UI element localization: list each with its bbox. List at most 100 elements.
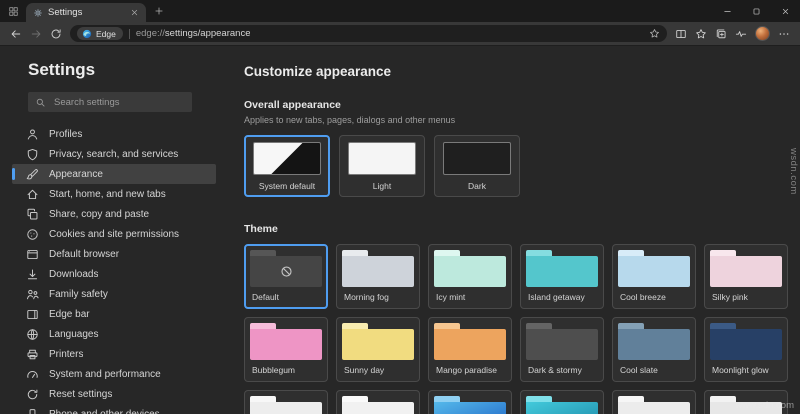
settings-title: Settings — [28, 60, 96, 79]
share-icon — [26, 208, 39, 221]
theme-cool-slate[interactable]: Cool slate — [612, 317, 696, 382]
theme-label: Icy mint — [436, 292, 466, 302]
sidebar-item-downloads[interactable]: Downloads — [12, 264, 216, 284]
theme-swatch — [342, 323, 414, 360]
split-screen-icon[interactable] — [675, 28, 687, 40]
theme-swatch — [618, 250, 690, 287]
theme-dark-stormy[interactable]: Dark & stormy — [520, 317, 604, 382]
new-tab-button[interactable] — [146, 0, 172, 22]
theme-swatch — [434, 250, 506, 287]
theme-mango-paradise[interactable]: Mango paradise — [428, 317, 512, 382]
edgebar-icon — [26, 308, 39, 321]
sidebar-item-cookies-and-site-permissions[interactable]: Cookies and site permissions — [12, 224, 216, 244]
shield-icon — [26, 148, 39, 161]
sidebar-item-family-safety[interactable]: Family safety — [12, 284, 216, 304]
download-icon — [26, 268, 39, 281]
theme-card-partial[interactable] — [336, 390, 420, 414]
close-button[interactable] — [771, 0, 800, 22]
sidebar-item-label: Edge bar — [49, 308, 90, 320]
maximize-icon — [752, 7, 761, 16]
tab-actions-button[interactable] — [0, 0, 26, 22]
sidebar-item-label: Reset settings — [49, 388, 113, 400]
theme-swatch — [710, 250, 782, 287]
site-chip[interactable]: Edge — [77, 27, 123, 40]
performance-icon — [26, 368, 39, 381]
favorites-icon[interactable] — [695, 28, 707, 40]
theme-card-partial[interactable] — [244, 390, 328, 414]
printer-icon — [26, 348, 39, 361]
sidebar-item-languages[interactable]: Languages — [12, 324, 216, 344]
theme-label: Bubblegum — [252, 365, 296, 375]
sidebar-item-edge-bar[interactable]: Edge bar — [12, 304, 216, 324]
sidebar-item-label: Cookies and site permissions — [49, 228, 180, 240]
browser-essentials-icon[interactable] — [735, 28, 747, 40]
theme-label: Cool slate — [620, 365, 658, 375]
banned-icon — [279, 264, 294, 279]
appearance-option-system-default[interactable]: System default — [244, 135, 330, 197]
theme-bubblegum[interactable]: Bubblegum — [244, 317, 328, 382]
sidebar-item-label: Downloads — [49, 268, 99, 280]
back-icon[interactable] — [10, 28, 22, 40]
tab-actions-icon — [8, 6, 19, 17]
theme-swatch — [618, 323, 690, 360]
theme-card-partial[interactable] — [428, 390, 512, 414]
edge-logo-icon — [82, 29, 92, 39]
tab-close-icon[interactable] — [130, 8, 139, 17]
settings-sidebar: Settings Profiles Privacy, search, and se… — [0, 46, 228, 414]
profile-avatar[interactable] — [755, 26, 770, 41]
theme-morning-fog[interactable]: Morning fog — [336, 244, 420, 309]
sidebar-item-label: System and performance — [49, 368, 161, 380]
page-title: Customize appearance — [244, 64, 392, 79]
sidebar-item-appearance[interactable]: Appearance — [12, 164, 216, 184]
address-bar[interactable]: Edge edge://settings/appearance — [70, 25, 667, 42]
sidebar-item-profiles[interactable]: Profiles — [12, 124, 216, 144]
theme-icy-mint[interactable]: Icy mint — [428, 244, 512, 309]
theme-moonlight-glow[interactable]: Moonlight glow — [704, 317, 788, 382]
language-icon — [26, 328, 39, 341]
family-icon — [26, 288, 39, 301]
sidebar-item-printers[interactable]: Printers — [12, 344, 216, 364]
sidebar-item-privacy-search-and-services[interactable]: Privacy, search, and services — [12, 144, 216, 164]
theme-silky-pink[interactable]: Silky pink — [704, 244, 788, 309]
url-prefix: edge:// — [135, 28, 165, 39]
collections-icon[interactable] — [715, 28, 727, 40]
phone-icon — [26, 408, 39, 414]
theme-island-getaway[interactable]: Island getaway — [520, 244, 604, 309]
sidebar-item-reset-settings[interactable]: Reset settings — [12, 384, 216, 404]
tab-settings[interactable]: Settings — [26, 3, 146, 22]
theme-default[interactable]: Default — [244, 244, 328, 309]
theme-cool-breeze[interactable]: Cool breeze — [612, 244, 696, 309]
theme-swatch — [250, 250, 322, 287]
sidebar-item-label: Phone and other devices — [49, 408, 160, 414]
settings-search[interactable] — [28, 92, 192, 112]
appearance-option-dark[interactable]: Dark — [434, 135, 520, 197]
tab-title: Settings — [48, 7, 83, 18]
theme-card-partial[interactable] — [520, 390, 604, 414]
sidebar-item-phone-and-other-devices[interactable]: Phone and other devices — [12, 404, 216, 414]
theme-sunny-day[interactable]: Sunny day — [336, 317, 420, 382]
sidebar-item-start-home-and-new-tabs[interactable]: Start, home, and new tabs — [12, 184, 216, 204]
theme-label: Island getaway — [528, 292, 585, 302]
search-icon — [35, 97, 46, 108]
appearance-option-light[interactable]: Light — [339, 135, 425, 197]
sidebar-item-default-browser[interactable]: Default browser — [12, 244, 216, 264]
maximize-button[interactable] — [742, 0, 771, 22]
refresh-icon[interactable] — [50, 28, 62, 40]
search-input[interactable] — [52, 95, 185, 109]
settings-more-icon[interactable] — [778, 28, 790, 40]
theme-label: Moonlight glow — [712, 365, 769, 375]
gear-icon — [33, 8, 43, 18]
sidebar-item-share-copy-and-paste[interactable]: Share, copy and paste — [12, 204, 216, 224]
watermark-corner: www.sdn.com — [735, 400, 794, 411]
sidebar-item-label: Profiles — [49, 128, 83, 140]
forward-icon[interactable] — [30, 28, 42, 40]
theme-card-partial[interactable] — [612, 390, 696, 414]
theme-label: Silky pink — [712, 292, 748, 302]
sidebar-item-label: Appearance — [49, 168, 103, 180]
sidebar-item-system-and-performance[interactable]: System and performance — [12, 364, 216, 384]
sidebar-item-label: Privacy, search, and services — [49, 148, 179, 160]
minimize-button[interactable] — [713, 0, 742, 22]
add-favorite-icon[interactable] — [649, 28, 660, 39]
sidebar-item-label: Default browser — [49, 248, 120, 260]
theme-swatch — [250, 396, 322, 414]
